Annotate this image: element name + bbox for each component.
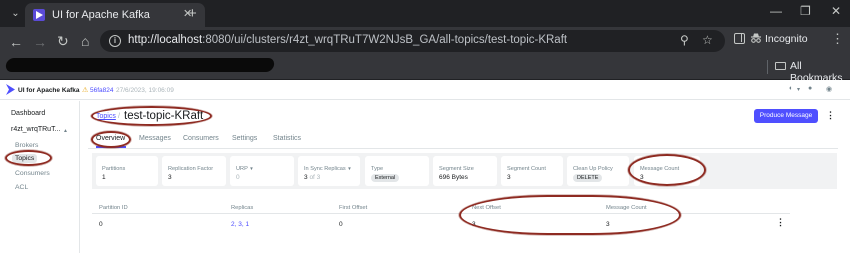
stat-card-segment-count: Segment Count 3 bbox=[501, 156, 563, 186]
kafka-ui-logo-icon[interactable] bbox=[6, 84, 15, 95]
build-date: 27/6/2023, 19:06:09 bbox=[116, 87, 174, 94]
github-icon[interactable]: ● bbox=[808, 85, 812, 92]
row-actions-icon[interactable]: ⋮ bbox=[776, 217, 785, 228]
theme-chevron-icon[interactable]: ▾ bbox=[797, 86, 800, 93]
theme-toggle-icon[interactable]: ◐ bbox=[789, 85, 793, 92]
stat-card-cleanup-policy: Clean Up Policy DELETE bbox=[567, 156, 629, 186]
version-link[interactable]: 56fa824 bbox=[90, 87, 114, 94]
tab-search-icon[interactable]: ⌄ bbox=[8, 6, 23, 21]
kafka-ui-favicon-icon bbox=[33, 9, 45, 21]
stat-card-segment-size: Segment Size 696 Bytes bbox=[433, 156, 497, 186]
column-header-partition-id: Partition ID bbox=[99, 205, 128, 211]
tab-messages[interactable]: Messages bbox=[139, 135, 171, 142]
home-icon[interactable]: ⌂ bbox=[81, 33, 89, 49]
tabs-divider bbox=[88, 148, 838, 149]
cleanup-policy-badge: DELETE bbox=[573, 174, 603, 182]
tab-consumers[interactable]: Consumers bbox=[183, 135, 219, 142]
url-field[interactable]: i http://localhost:8080/ui/clusters/r4zt… bbox=[100, 30, 725, 52]
side-panel-icon[interactable] bbox=[734, 33, 745, 44]
stat-card-type: Type External bbox=[365, 156, 429, 186]
minimize-icon[interactable]: — bbox=[770, 4, 782, 18]
tab-statistics[interactable]: Statistics bbox=[273, 135, 301, 142]
cluster-chevron-icon[interactable]: ▲ bbox=[63, 128, 68, 134]
cell-first-offset: 0 bbox=[339, 221, 343, 228]
incognito-icon[interactable] bbox=[750, 32, 762, 44]
site-info-icon[interactable]: i bbox=[109, 35, 121, 47]
annotation-ellipse-topics bbox=[5, 150, 52, 166]
produce-message-button[interactable]: Produce Message bbox=[754, 109, 818, 123]
tab-title: UI for Apache Kafka bbox=[52, 9, 150, 21]
folder-icon[interactable] bbox=[775, 62, 786, 70]
cell-replicas[interactable]: 2, 3, 1 bbox=[231, 221, 249, 228]
redacted-bookmarks bbox=[4, 58, 276, 72]
sidebar-item-dashboard[interactable]: Dashboard bbox=[11, 110, 45, 117]
back-icon[interactable]: ← bbox=[9, 34, 23, 50]
sidebar bbox=[0, 101, 80, 253]
urp-sort-icon: ▼ bbox=[249, 166, 254, 171]
zoom-icon[interactable]: ⚲ bbox=[680, 33, 689, 47]
new-tab-icon[interactable]: + bbox=[188, 5, 197, 22]
restore-icon[interactable]: ❐ bbox=[800, 4, 811, 18]
stat-card-replication-factor: Replication Factor 3 bbox=[162, 156, 226, 186]
window-close-icon[interactable]: ✕ bbox=[831, 4, 841, 18]
isr-sort-icon: ▼ bbox=[347, 166, 352, 171]
type-badge: External bbox=[371, 174, 400, 182]
table-header-divider bbox=[92, 213, 790, 214]
version-warning-icon: ⚠ bbox=[82, 87, 89, 94]
discord-icon[interactable]: ◉ bbox=[826, 85, 832, 93]
annotation-ellipse-message-count bbox=[628, 154, 706, 186]
stat-card-in-sync-replicas: In Sync Replicas ▼ 3 of 3 bbox=[298, 156, 360, 186]
url-text: http://localhost:8080/ui/clusters/r4zt_w… bbox=[128, 34, 568, 46]
incognito-label[interactable]: Incognito bbox=[765, 33, 808, 45]
stat-card-urp: URP ▼ 0 bbox=[230, 156, 294, 186]
sidebar-item-brokers[interactable]: Brokers bbox=[15, 142, 38, 149]
topic-actions-icon[interactable]: ⋮ bbox=[826, 110, 835, 121]
stat-card-partitions: Partitions 1 bbox=[96, 156, 158, 186]
bookmarks-divider bbox=[767, 60, 768, 74]
annotation-ellipse-overview-tab bbox=[91, 131, 131, 148]
annotation-ellipse-title bbox=[91, 106, 212, 126]
app-name[interactable]: UI for Apache Kafka bbox=[18, 87, 80, 94]
reload-icon[interactable]: ↻ bbox=[57, 33, 69, 49]
column-header-first-offset: First Offset bbox=[339, 205, 368, 211]
sidebar-cluster-name[interactable]: r4zt_wrqTRuT... bbox=[11, 126, 60, 133]
tab-settings[interactable]: Settings bbox=[232, 135, 257, 142]
column-header-replicas: Replicas bbox=[231, 205, 254, 211]
annotation-ellipse-offsets bbox=[459, 195, 681, 235]
cell-partition-id: 0 bbox=[99, 221, 103, 228]
browser-menu-icon[interactable]: ⋮ bbox=[831, 31, 844, 47]
sidebar-item-acl[interactable]: ACL bbox=[15, 184, 28, 191]
forward-icon[interactable]: → bbox=[33, 34, 47, 50]
sidebar-item-consumers[interactable]: Consumers bbox=[15, 170, 50, 177]
bookmark-star-icon[interactable]: ☆ bbox=[702, 33, 713, 47]
browser-tab[interactable]: UI for Apache Kafka ✕ bbox=[25, 3, 205, 27]
